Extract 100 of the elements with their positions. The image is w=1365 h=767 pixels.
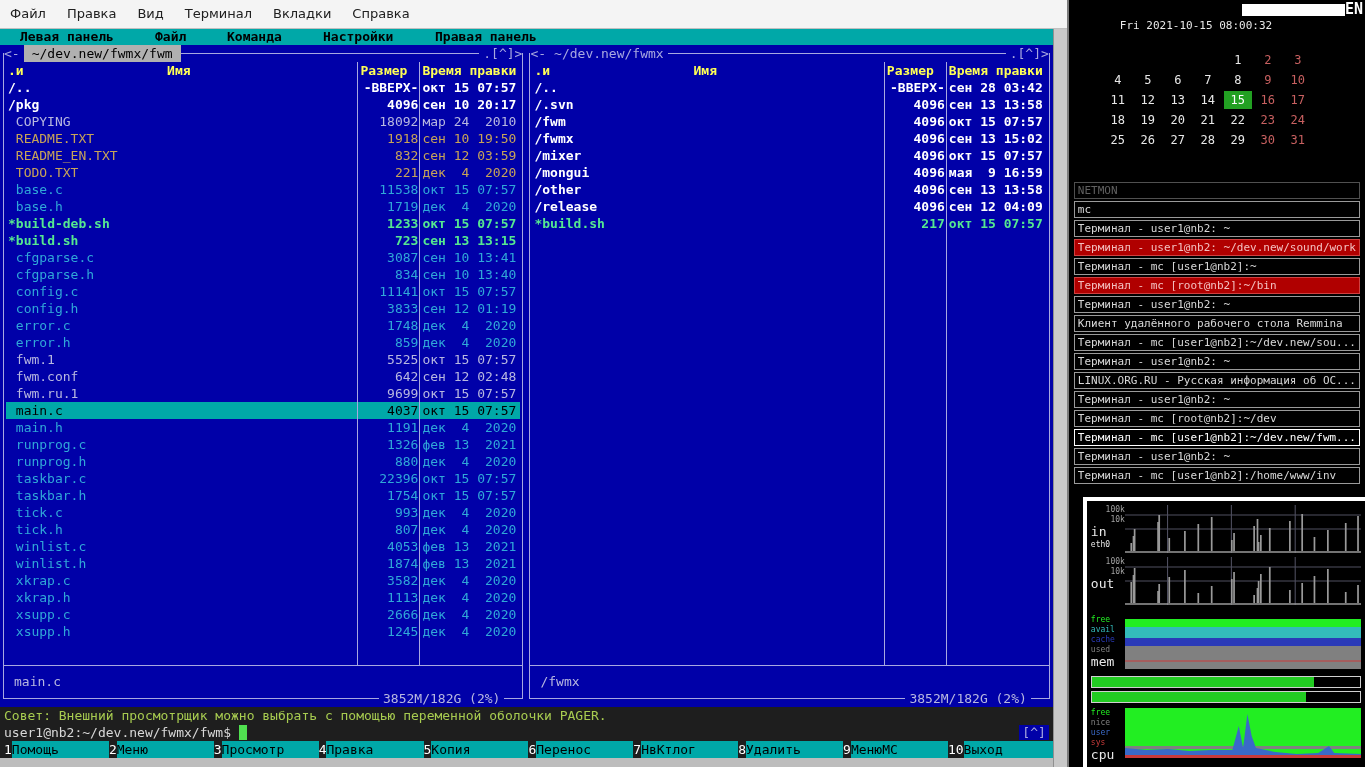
- sort-indicator[interactable]: .и: [6, 62, 24, 79]
- file-row[interactable]: xkrap.h 1113 дек 4 2020: [6, 589, 521, 606]
- file-row[interactable]: /fwm 4096 окт 15 07:57: [532, 113, 1047, 130]
- calendar-day[interactable]: 12: [1132, 91, 1163, 109]
- function-key[interactable]: МенюМС: [850, 741, 948, 758]
- column-header[interactable]: Размер: [883, 62, 946, 79]
- column-header[interactable]: Время правки: [945, 62, 1047, 79]
- calendar-day[interactable]: 31: [1282, 131, 1313, 149]
- window-list-item[interactable]: Терминал - user1@nb2: ~/dev.new/sound/work: [1073, 239, 1360, 256]
- calendar-day[interactable]: 11: [1102, 91, 1133, 109]
- window-list-item[interactable]: Терминал - user1@nb2: ~: [1073, 391, 1360, 408]
- file-row[interactable]: winlist.c 4053 фев 13 2021: [6, 538, 521, 555]
- calendar-day[interactable]: 22: [1222, 111, 1253, 129]
- file-row[interactable]: *build.sh 217 окт 15 07:57: [532, 215, 1047, 232]
- calendar-day[interactable]: 9: [1252, 71, 1283, 89]
- menu-item[interactable]: Настройки: [323, 29, 435, 45]
- function-key[interactable]: НвКтлог: [641, 741, 739, 758]
- file-row[interactable]: xsupp.c 2666 дек 4 2020: [6, 606, 521, 623]
- window-list-item[interactable]: Терминал - mc [root@nb2]:~/bin: [1073, 277, 1360, 294]
- calendar-day[interactable]: 4: [1102, 71, 1133, 89]
- file-row[interactable]: /fwmx 4096 сен 13 15:02: [532, 130, 1047, 147]
- window-list-item[interactable]: Терминал - mc [root@nb2]:~/dev: [1073, 410, 1360, 427]
- calendar-day[interactable]: 6: [1162, 71, 1193, 89]
- menu-item[interactable]: Правая панель: [435, 29, 537, 45]
- menu-item[interactable]: Справка: [352, 4, 410, 24]
- calendar-day[interactable]: 21: [1192, 111, 1223, 129]
- file-row[interactable]: fwm.1 5525 окт 15 07:57: [6, 351, 521, 368]
- column-header[interactable]: Имя: [550, 62, 884, 79]
- function-key[interactable]: Выход: [963, 741, 1053, 758]
- file-row[interactable]: taskbar.c 22396 окт 15 07:57: [6, 470, 521, 487]
- file-row[interactable]: *build-deb.sh 1233 окт 15 07:57: [6, 215, 521, 232]
- file-row[interactable]: /.svn 4096 сен 13 13:58: [532, 96, 1047, 113]
- calendar-day[interactable]: 28: [1192, 131, 1223, 149]
- function-key[interactable]: Удалить: [746, 741, 844, 758]
- calendar-day[interactable]: 16: [1252, 91, 1283, 109]
- menu-item[interactable]: Левая панель: [20, 29, 155, 45]
- file-row[interactable]: /pkg 4096 сен 10 20:17: [6, 96, 521, 113]
- window-list-item[interactable]: Терминал - mc [user1@nb2]:~: [1073, 258, 1360, 275]
- calendar-day[interactable]: 30: [1252, 131, 1283, 149]
- file-row[interactable]: /release 4096 сен 12 04:09: [532, 198, 1047, 215]
- file-row[interactable]: /mixer 4096 окт 15 07:57: [532, 147, 1047, 164]
- column-header[interactable]: Время правки: [419, 62, 521, 79]
- menu-item[interactable]: Терминал: [184, 4, 252, 24]
- window-list-item[interactable]: Терминал - mc [user1@nb2]:~/dev.new/fwm...: [1073, 429, 1360, 446]
- calendar-day[interactable]: 8: [1222, 71, 1253, 89]
- window-list-item[interactable]: Терминал - user1@nb2: ~: [1073, 220, 1360, 237]
- file-row[interactable]: /mongui 4096 мая 9 16:59: [532, 164, 1047, 181]
- file-row[interactable]: runprog.h 880 дек 4 2020: [6, 453, 521, 470]
- window-list-item[interactable]: Терминал - user1@nb2: ~: [1073, 353, 1360, 370]
- file-row[interactable]: error.c 1748 дек 4 2020: [6, 317, 521, 334]
- file-row[interactable]: TODO.TXT 221 дек 4 2020: [6, 164, 521, 181]
- calendar-day[interactable]: 18: [1102, 111, 1133, 129]
- column-header[interactable]: Имя: [23, 62, 358, 79]
- menu-item[interactable]: Вкладки: [273, 4, 332, 24]
- file-row[interactable]: /.. -ВВЕРХ- окт 15 07:57: [6, 79, 521, 96]
- file-row[interactable]: runprog.c 1326 фев 13 2021: [6, 436, 521, 453]
- calendar-day[interactable]: 1: [1222, 51, 1253, 69]
- file-row[interactable]: COPYING 18092 мар 24 2010: [6, 113, 521, 130]
- file-row[interactable]: base.h 1719 дек 4 2020: [6, 198, 521, 215]
- file-row[interactable]: winlist.h 1874 фев 13 2021: [6, 555, 521, 572]
- file-row[interactable]: xsupp.h 1245 дек 4 2020: [6, 623, 521, 640]
- window-list-item[interactable]: Клиент удалённого рабочего стола Remmina: [1073, 315, 1360, 332]
- calendar-day[interactable]: 25: [1102, 131, 1133, 149]
- keyboard-layout[interactable]: EN: [1344, 2, 1363, 17]
- calendar-day[interactable]: 29: [1222, 131, 1253, 149]
- file-row[interactable]: *build.sh 723 сен 13 13:15: [6, 232, 521, 249]
- column-header[interactable]: Размер: [357, 62, 420, 79]
- menu-item[interactable]: Правка: [66, 4, 117, 24]
- function-key[interactable]: Помощь: [11, 741, 109, 758]
- window-list-item[interactable]: LINUX.ORG.RU - Русская информация об ОС...: [1073, 372, 1360, 389]
- history-button[interactable]: [^]: [1019, 725, 1049, 740]
- file-row[interactable]: error.h 859 дек 4 2020: [6, 334, 521, 351]
- calendar-day[interactable]: 14: [1192, 91, 1223, 109]
- menu-item[interactable]: Файл: [155, 29, 227, 45]
- hotlist-button[interactable]: .[^]>: [479, 45, 523, 62]
- file-row[interactable]: tick.h 807 дек 4 2020: [6, 521, 521, 538]
- menu-item[interactable]: Вид: [137, 4, 164, 24]
- window-list-item[interactable]: Терминал - user1@nb2: ~: [1073, 448, 1360, 465]
- calendar-day[interactable]: 3: [1282, 51, 1313, 69]
- window-list-item[interactable]: Терминал - mc [user1@nb2]:~/dev.new/sou...: [1073, 334, 1360, 351]
- sort-indicator[interactable]: .и: [532, 62, 551, 79]
- file-row[interactable]: config.h 3833 сен 12 01:19: [6, 300, 521, 317]
- calendar-day[interactable]: 20: [1162, 111, 1193, 129]
- calendar-day[interactable]: 24: [1282, 111, 1313, 129]
- file-row[interactable]: tick.c 993 дек 4 2020: [6, 504, 521, 521]
- function-key[interactable]: Правка: [326, 741, 424, 758]
- window-list-item[interactable]: Терминал - user1@nb2: ~: [1073, 296, 1360, 313]
- calendar-day[interactable]: 27: [1162, 131, 1193, 149]
- hotlist-button[interactable]: .[^]>: [1005, 45, 1049, 62]
- file-row[interactable]: README.TXT 1918 сен 10 19:50: [6, 130, 521, 147]
- file-row[interactable]: cfgparse.c 3087 сен 10 13:41: [6, 249, 521, 266]
- window-list-item[interactable]: Терминал - mc [user1@nb2]:/home/www/inv: [1073, 467, 1360, 484]
- calendar-day[interactable]: 19: [1132, 111, 1163, 129]
- file-row[interactable]: taskbar.h 1754 окт 15 07:57: [6, 487, 521, 504]
- calendar-day[interactable]: 23: [1252, 111, 1283, 129]
- file-row[interactable]: main.c 4037 окт 15 07:57: [6, 402, 521, 419]
- calendar-day[interactable]: 2: [1252, 51, 1283, 69]
- file-row[interactable]: /.. -ВВЕРХ- сен 28 03:42: [532, 79, 1047, 96]
- file-row[interactable]: base.c 11538 окт 15 07:57: [6, 181, 521, 198]
- calendar-day[interactable]: 5: [1132, 71, 1163, 89]
